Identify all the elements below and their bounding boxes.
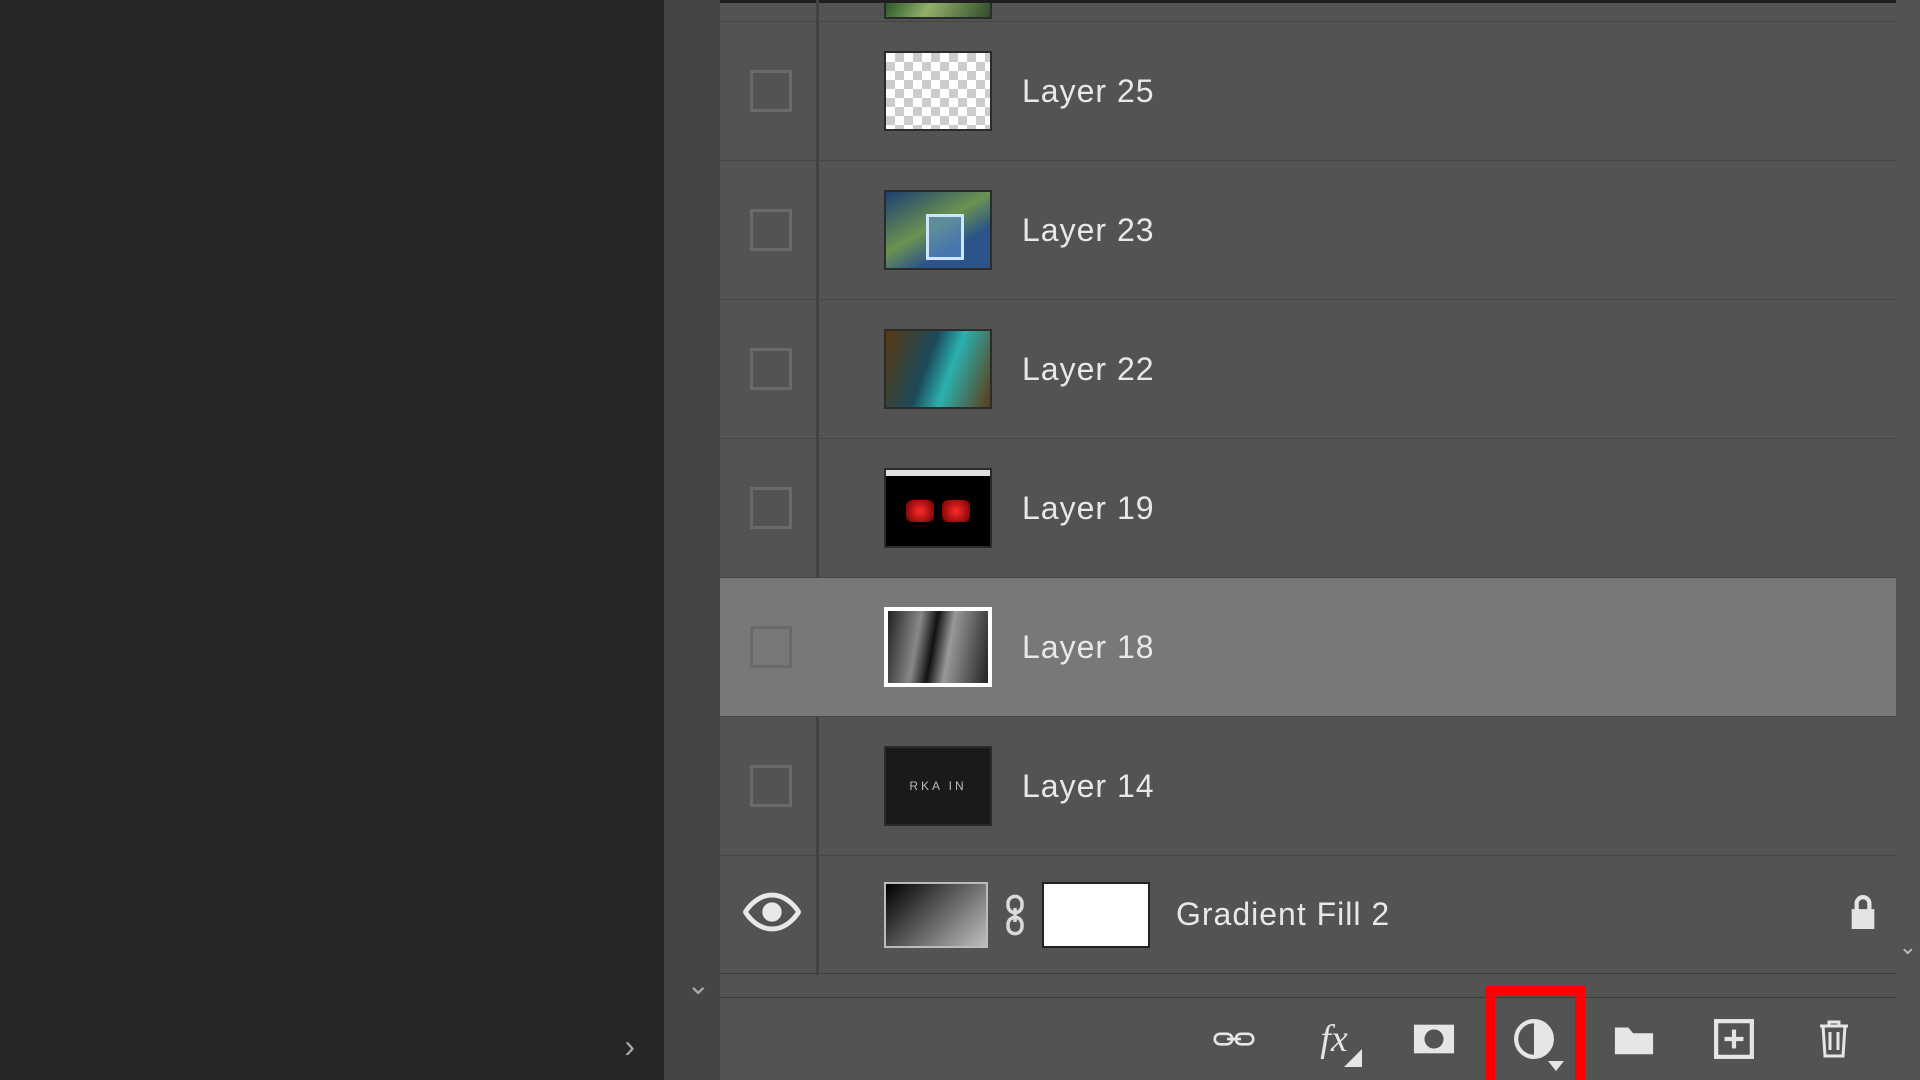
chevron-down-icon[interactable]: ⌄ — [687, 968, 710, 1001]
adjustment-layer-button[interactable] — [1508, 1013, 1560, 1065]
chevron-right-icon[interactable]: › — [624, 1028, 635, 1065]
layer-row[interactable]: Layer 19 — [720, 439, 1920, 578]
layer-row[interactable]: Gradient Fill 2 — [720, 856, 1920, 974]
layer-name[interactable]: Layer 25 — [1022, 73, 1155, 110]
layer-row-selected[interactable]: Layer 18 — [720, 578, 1920, 717]
layer-thumbnail[interactable] — [884, 3, 992, 19]
layers-panel: Layer 25 Layer 23 Layer 22 Layer 19 — [720, 0, 1920, 1080]
layer-thumbnail[interactable] — [884, 468, 992, 548]
layer-row[interactable]: RKA IN Layer 14 — [720, 717, 1920, 856]
panel-gutter — [664, 0, 720, 1080]
layer-name[interactable]: Layer 18 — [1022, 629, 1155, 666]
layer-thumbnail[interactable] — [884, 882, 988, 948]
layer-name[interactable]: Layer 22 — [1022, 351, 1155, 388]
eye-icon[interactable] — [743, 883, 801, 946]
layer-name[interactable]: Layer 19 — [1022, 490, 1155, 527]
visibility-toggle[interactable] — [750, 765, 792, 807]
visibility-toggle[interactable] — [750, 209, 792, 251]
layer-thumbnail[interactable]: RKA IN — [884, 746, 992, 826]
canvas-area: ⌄ › — [0, 0, 720, 1080]
add-mask-button[interactable] — [1408, 1013, 1460, 1065]
layer-name[interactable]: Layer 14 — [1022, 768, 1155, 805]
layer-name[interactable]: Layer 23 — [1022, 212, 1155, 249]
new-group-button[interactable] — [1608, 1013, 1660, 1065]
new-layer-button[interactable] — [1708, 1013, 1760, 1065]
visibility-toggle[interactable] — [750, 487, 792, 529]
visibility-toggle[interactable] — [750, 348, 792, 390]
layers-panel-toolbar: fx — [720, 997, 1920, 1080]
layers-list[interactable]: Layer 25 Layer 23 Layer 22 Layer 19 — [720, 0, 1920, 997]
chevron-down-icon[interactable]: ⌄ — [1899, 934, 1917, 960]
visibility-toggle[interactable] — [750, 626, 792, 668]
layer-row[interactable]: Layer 22 — [720, 300, 1920, 439]
delete-layer-button[interactable] — [1808, 1013, 1860, 1065]
scrollbar[interactable]: ⌄ — [1896, 0, 1920, 1080]
layer-style-button[interactable]: fx — [1308, 1013, 1360, 1065]
layer-thumbnail[interactable] — [884, 607, 992, 687]
layer-thumbnail[interactable] — [884, 329, 992, 409]
visibility-toggle[interactable] — [750, 70, 792, 112]
layer-mask-thumbnail[interactable] — [1042, 882, 1150, 948]
layer-row[interactable]: Layer 23 — [720, 161, 1920, 300]
link-icon — [1000, 894, 1030, 936]
link-layers-button[interactable] — [1208, 1013, 1260, 1065]
layer-row[interactable]: Layer 25 — [720, 22, 1920, 161]
layer-thumbnail[interactable] — [884, 51, 992, 131]
layer-thumbnail[interactable] — [884, 190, 992, 270]
layer-row[interactable] — [720, 0, 1920, 22]
lock-icon[interactable] — [1846, 892, 1880, 937]
layer-name[interactable]: Gradient Fill 2 — [1176, 896, 1390, 933]
